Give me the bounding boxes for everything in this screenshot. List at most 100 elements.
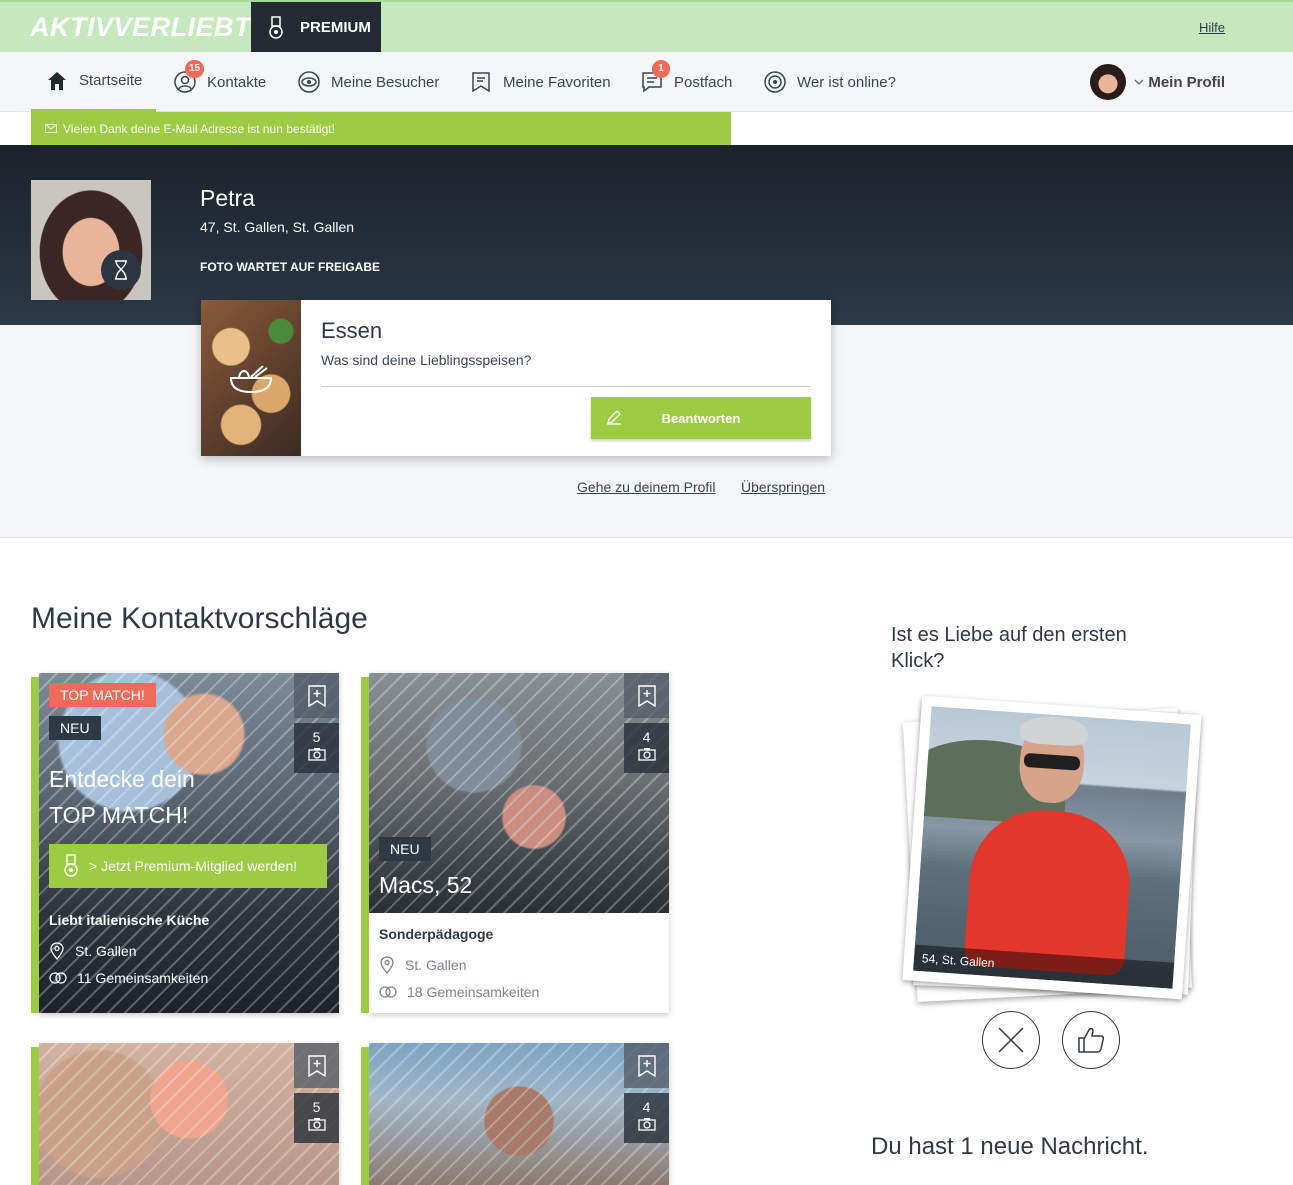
promo-line-1: Entdecke dein: [49, 766, 195, 792]
bookmark-plus-icon: [637, 1054, 656, 1077]
premium-tab[interactable]: PREMIUM: [251, 2, 381, 54]
become-premium-button[interactable]: > Jetzt Premium-Mitglied werden!: [49, 844, 327, 888]
suggestion-card-top-match[interactable]: 5 TOP MATCH! NEU Entdecke dein TOP MATCH…: [31, 673, 339, 1013]
main-nav: Startseite 15 Kontakte Meine Besucher Me…: [0, 52, 1293, 112]
rings-icon: [49, 972, 67, 984]
bookmark-add-button[interactable]: [294, 1043, 339, 1088]
card-commonalities: 18 Gemeinsamkeiten: [379, 984, 539, 1000]
profile-name: Petra: [200, 185, 255, 211]
location-pin-icon: [380, 956, 394, 974]
profile-photo[interactable]: [31, 180, 151, 300]
photo-count-value: 4: [642, 1099, 651, 1115]
bowl-icon: [229, 365, 273, 394]
photo-count-value: 5: [312, 729, 321, 745]
skip-link[interactable]: Überspringen: [741, 479, 825, 495]
nav-label: Kontakte: [207, 73, 267, 91]
medal-icon: [64, 854, 78, 877]
nav-label: Wer ist online?: [797, 73, 896, 91]
hourglass-icon: [101, 250, 141, 290]
medal-icon: [269, 16, 283, 39]
top-match-tag: TOP MATCH!: [49, 683, 156, 707]
go-to-profile-link[interactable]: Gehe zu deinem Profil: [577, 479, 716, 495]
bookmark-add-button[interactable]: [624, 1043, 669, 1088]
card-location: St. Gallen: [379, 956, 539, 974]
card-details: Sonderpädagoge St. Gallen 18 Gemeinsamke…: [379, 926, 539, 1010]
love-at-first-click-title: Ist es Liebe auf den ersten Klick?: [891, 624, 1127, 672]
avatar: [1090, 64, 1127, 100]
answer-button-label: Beantworten: [661, 410, 741, 426]
photo-status: FOTO WARTET AUF FREIGABE: [200, 260, 380, 274]
new-tag: NEU: [49, 716, 101, 740]
card-accent: [361, 677, 369, 1013]
location-pin-icon: [50, 942, 64, 960]
premium-label: PREMIUM: [300, 19, 371, 36]
camera-icon: [637, 748, 656, 761]
dislike-button[interactable]: [982, 1011, 1040, 1069]
like-button[interactable]: [1062, 1011, 1120, 1069]
profile-location: 47, St. Gallen, St. Gallen: [200, 219, 355, 235]
bookmark-plus-icon: [307, 684, 326, 707]
nav-wer-ist-online[interactable]: Wer ist online?: [763, 52, 896, 112]
photo-count-value: 5: [312, 1099, 321, 1115]
nav-startseite[interactable]: Startseite: [31, 52, 157, 112]
camera-icon: [307, 748, 326, 761]
nav-meine-favoriten[interactable]: Meine Favoriten: [469, 52, 611, 112]
card-accent: [31, 1047, 39, 1185]
suggestion-card[interactable]: NEU Macs, 52 4 Sonderpädagoge St. Gallen…: [361, 673, 669, 1013]
card-location: St. Gallen: [49, 942, 209, 960]
commonalities-count: 11 Gemeinsamkeiten: [77, 970, 209, 986]
question-card: Essen Was sind deine Lieblingsspeisen? B…: [201, 300, 831, 456]
photo-count[interactable]: 5: [294, 1093, 339, 1143]
suggestion-card[interactable]: 5: [31, 1043, 339, 1185]
nav-kontakte[interactable]: 15 Kontakte: [173, 52, 266, 112]
card-city: St. Gallen: [75, 943, 137, 959]
chevron-down-icon: [1134, 79, 1144, 85]
premium-cta-label: > Jetzt Premium-Mitglied werden!: [89, 858, 298, 874]
site-logo[interactable]: AKTIVVERLIEBT: [30, 12, 251, 43]
eye-icon: [298, 71, 320, 93]
card-accent: [31, 677, 39, 1013]
camera-icon: [637, 1118, 656, 1131]
answer-button[interactable]: Beantworten: [591, 397, 811, 439]
mail-icon: [45, 124, 57, 133]
bookmark-add-button[interactable]: [624, 673, 669, 718]
home-icon: [48, 71, 66, 90]
question-title: Essen: [321, 318, 383, 343]
nav-meine-besucher[interactable]: Meine Besucher: [297, 52, 439, 112]
photo-count[interactable]: 4: [624, 723, 669, 773]
camera-icon: [307, 1118, 326, 1131]
answer-input-line[interactable]: [321, 386, 811, 387]
thumbs-up-icon: [1078, 1027, 1105, 1053]
photo-count[interactable]: 5: [294, 723, 339, 773]
profile-menu[interactable]: Mein Profil: [1090, 64, 1225, 100]
nav-label: Meine Besucher: [331, 73, 440, 91]
photo-count[interactable]: 4: [624, 1093, 669, 1143]
card-headline: Liebt italienische Küche: [49, 912, 210, 928]
card-city: St. Gallen: [405, 957, 467, 973]
bookmark-plus-icon: [307, 1054, 326, 1077]
match-photo-card[interactable]: 54, St. Gallen: [902, 695, 1202, 1000]
nav-postfach[interactable]: 1 Postfach: [640, 52, 732, 112]
nav-label: Startseite: [79, 72, 143, 89]
message-icon: 1: [640, 60, 670, 94]
bookmark-add-button[interactable]: [294, 673, 339, 718]
promo-line-2: TOP MATCH!: [49, 802, 189, 828]
close-icon: [998, 1027, 1024, 1053]
suggestion-card[interactable]: 4: [361, 1043, 669, 1185]
commonalities-count: 18 Gemeinsamkeiten: [407, 984, 540, 1000]
nav-label: Postfach: [674, 73, 733, 91]
new-message-text[interactable]: Du hast 1 neue Nachricht.: [871, 1133, 1149, 1161]
notice-text: Vielen Dank deine E-Mail Adresse ist nun…: [63, 121, 335, 136]
card-details: Liebt italienische Küche St. Gallen 11 G…: [49, 912, 209, 996]
contacts-badge: 15: [185, 60, 205, 78]
bookmark-icon: [472, 72, 490, 93]
confirmation-notice: Vielen Dank deine E-Mail Adresse ist nun…: [31, 112, 731, 145]
card-name: Macs, 52: [379, 872, 473, 898]
radar-icon: [764, 71, 786, 93]
promo-title: Entdecke dein TOP MATCH!: [49, 761, 195, 833]
profile-hero: Petra 47, St. Gallen, St. Gallen FOTO WA…: [0, 145, 1293, 325]
suggestions-title: Meine Kontaktvorschläge: [31, 602, 368, 635]
help-link[interactable]: Hilfe: [1199, 20, 1225, 35]
photo-count-value: 4: [642, 729, 651, 745]
card-accent: [361, 1047, 369, 1185]
